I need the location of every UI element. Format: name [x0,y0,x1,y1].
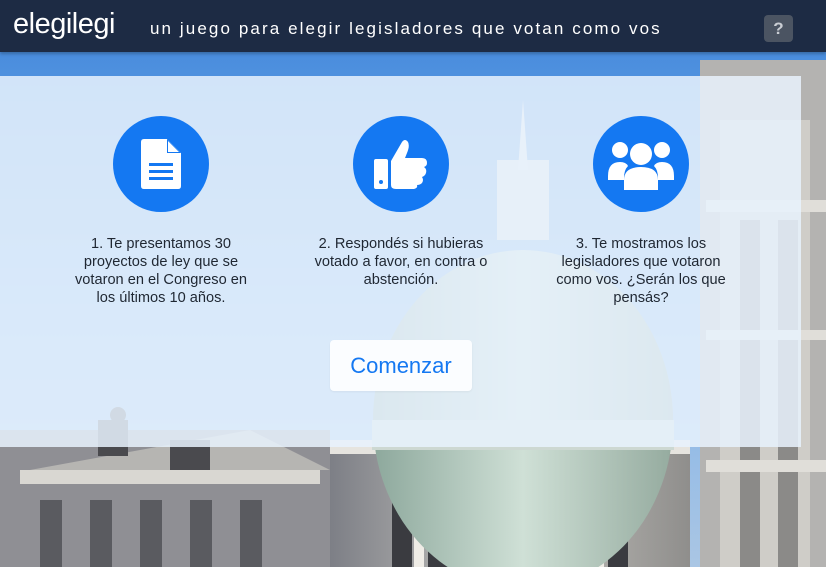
intro-panel: 1. Te presentamos 30 proyectos de ley qu… [0,76,801,447]
step-1-text: 1. Te presentamos 30 proyectos de ley qu… [75,236,247,306]
site-tagline: un juego para elegir legisladores que vo… [150,19,662,38]
help-button[interactable]: ? [764,15,793,42]
users-group-icon [593,116,689,212]
step-card-1: 1. Te presentamos 30 proyectos de ley qu… [66,116,256,307]
step-3-text: 3. Te mostramos los legisladores que vot… [556,236,726,306]
start-button[interactable]: Comenzar [330,340,472,391]
app-root: elegilegi un juego para elegir legislado… [0,0,826,567]
thumbs-up-icon [353,116,449,212]
top-navbar: elegilegi un juego para elegir legislado… [0,0,826,52]
step-card-2: 2. Respondés si hubieras votado a favor,… [306,116,496,289]
brand-logo-text[interactable]: elegilegi [13,8,115,41]
step-2-text: 2. Respondés si hubieras votado a favor,… [314,236,488,288]
document-icon [113,116,209,212]
step-card-3: 3. Te mostramos los legisladores que vot… [546,116,736,307]
